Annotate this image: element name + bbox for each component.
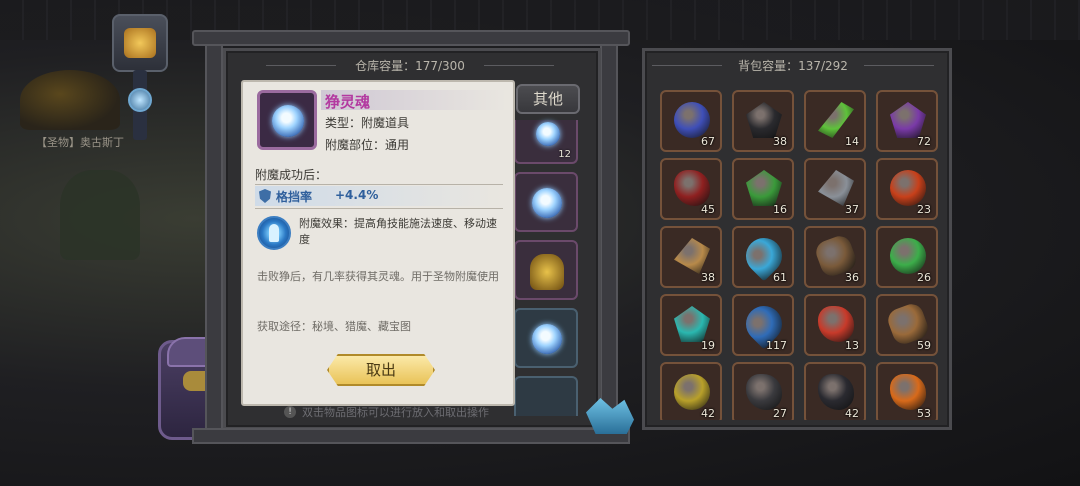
bag-slot[interactable]: 53 xyxy=(876,362,938,420)
item-name: 狰灵魂 xyxy=(325,93,371,111)
bag-slot[interactable]: 27 xyxy=(732,362,794,420)
item-description: 击败狰后，有几率获得其灵魂。用于圣物附魔使用 xyxy=(257,270,499,283)
silver-fin-icon xyxy=(818,170,854,206)
npc-name[interactable]: 【圣物】奥古斯丁 xyxy=(36,134,124,150)
green-jade-icon xyxy=(890,238,926,274)
red-beast-icon xyxy=(674,170,710,206)
flame-flower-icon xyxy=(890,374,926,410)
bag-slot[interactable]: 59 xyxy=(876,294,938,356)
spirit-soul-icon xyxy=(272,105,304,137)
hint-text: 双击物品图标可以进行放入和取出操作 xyxy=(302,406,489,419)
spirit-orb-icon xyxy=(532,324,562,354)
bag-slot[interactable]: 19 xyxy=(660,294,722,356)
slot-count: 117 xyxy=(766,339,787,352)
stat-name: 格挡率 xyxy=(276,190,313,204)
slot-count: 59 xyxy=(917,339,931,352)
warehouse-slot[interactable] xyxy=(514,376,578,416)
slot-count: 38 xyxy=(773,135,787,148)
bag-slot[interactable]: 26 xyxy=(876,226,938,288)
slot-count: 37 xyxy=(845,203,859,216)
warehouse-frame-right xyxy=(600,44,618,444)
bag-slot[interactable]: 16 xyxy=(732,158,794,220)
stat-value: +4.4% xyxy=(335,188,379,202)
enchant-effect: 附魔效果：提高角技能施法速度、移动速度 xyxy=(299,217,497,246)
green-shard-icon xyxy=(746,170,782,206)
warehouse-frame-top xyxy=(192,30,630,46)
slot-count: 61 xyxy=(773,271,787,284)
bag-slot[interactable]: 72 xyxy=(876,90,938,152)
slot-count: 12 xyxy=(558,149,571,160)
red-octopus-icon xyxy=(818,306,854,342)
after-enchant-label: 附魔成功后： xyxy=(255,168,328,182)
slot-count: 16 xyxy=(773,203,787,216)
take-out-button[interactable]: 取出 xyxy=(327,354,435,386)
npc-figure[interactable] xyxy=(60,170,140,260)
warehouse-frame-base xyxy=(192,428,630,444)
slot-count: 45 xyxy=(701,203,715,216)
golden-bell-icon xyxy=(530,254,564,290)
slot-count: 14 xyxy=(845,135,859,148)
bag-slot[interactable]: 23 xyxy=(876,158,938,220)
info-icon: ! xyxy=(284,406,296,418)
warehouse-slot-selected[interactable] xyxy=(514,172,578,232)
warehouse-capacity: 仓库容量：177/300 xyxy=(266,56,554,76)
green-leaf-gem-icon xyxy=(818,102,854,138)
cyan-crystal-icon xyxy=(674,306,710,342)
bag-grid: 67 38 14 72 45 16 37 23 38 61 36 26 19 117 13 59 42 27 42 5… xyxy=(660,90,940,420)
slot-count: 13 xyxy=(845,339,859,352)
fire-orb-icon xyxy=(890,170,926,206)
bag-slot[interactable]: 117 xyxy=(732,294,794,356)
slot-count: 67 xyxy=(701,135,715,148)
divider xyxy=(255,184,503,185)
bag-slot[interactable]: 38 xyxy=(660,226,722,288)
spirit-orb-icon xyxy=(536,122,560,146)
bag-slot[interactable]: 36 xyxy=(804,226,866,288)
black-crystal-icon xyxy=(746,102,782,138)
slot-count: 26 xyxy=(917,271,931,284)
slot-count: 27 xyxy=(773,407,787,420)
bag-slot[interactable]: 42 xyxy=(804,362,866,420)
slot-count: 38 xyxy=(701,271,715,284)
warehouse-slot[interactable]: 12 xyxy=(514,120,578,164)
item-slot: 附魔部位：通用 xyxy=(325,138,410,152)
golden-green-orb-icon xyxy=(674,374,710,410)
bag-slot[interactable]: 14 xyxy=(804,90,866,152)
item-tooltip: 狰灵魂 类型：附魔道具 附魔部位：通用 附魔成功后： 格挡率 +4.4% 附魔效… xyxy=(241,80,515,406)
lamp-orb xyxy=(128,88,152,112)
divider xyxy=(255,208,503,209)
bag-slot[interactable]: 67 xyxy=(660,90,722,152)
slot-count: 72 xyxy=(917,135,931,148)
bag-slot[interactable]: 42 xyxy=(660,362,722,420)
item-type: 类型：附魔道具 xyxy=(325,116,410,130)
back-arrow-icon xyxy=(124,28,156,58)
bag-slot[interactable]: 37 xyxy=(804,158,866,220)
bag-slot[interactable]: 38 xyxy=(732,90,794,152)
slot-count: 42 xyxy=(845,407,859,420)
warehouse-slot[interactable] xyxy=(514,240,578,300)
back-lamp-button[interactable] xyxy=(112,14,168,72)
purple-crystal-icon xyxy=(890,102,926,138)
item-source: 获取途径：秘境、猎魔、藏宝图 xyxy=(257,320,411,333)
warehouse-slot[interactable] xyxy=(514,308,578,368)
bag-capacity: 背包容量：137/292 xyxy=(652,56,934,76)
dark-blue-orb-icon xyxy=(674,102,710,138)
slot-count: 23 xyxy=(917,203,931,216)
slot-count: 53 xyxy=(917,407,931,420)
bag-slot[interactable]: 13 xyxy=(804,294,866,356)
slot-count: 19 xyxy=(701,339,715,352)
bag-slot[interactable]: 61 xyxy=(732,226,794,288)
slot-count: 36 xyxy=(845,271,859,284)
item-icon-frame xyxy=(257,90,317,150)
bag-slot[interactable]: 45 xyxy=(660,158,722,220)
spiral-shell-icon xyxy=(674,238,710,274)
tab-other[interactable]: 其他 xyxy=(516,84,580,114)
dragon-emblem xyxy=(20,70,120,130)
warehouse-frame-left xyxy=(205,44,223,444)
spirit-orb-icon xyxy=(532,188,562,218)
slot-count: 42 xyxy=(701,407,715,420)
speed-effect-icon xyxy=(257,216,291,250)
dark-tentacle-icon xyxy=(818,374,854,410)
dark-claw-icon xyxy=(746,374,782,410)
